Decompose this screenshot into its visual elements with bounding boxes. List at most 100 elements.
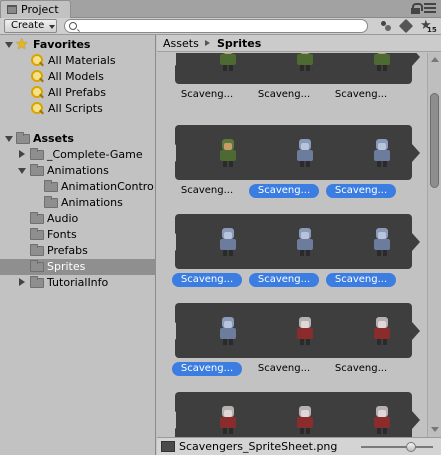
folder-icon [30,244,44,256]
sprite-thumbnail[interactable] [215,226,241,258]
strip-notch [169,411,176,429]
tree-folder-animation-controllers[interactable]: AnimationContro [0,179,156,195]
folder-icon [30,148,44,160]
tree-folder-sprites[interactable]: Sprites [0,259,156,275]
sprite-thumbnail[interactable] [369,315,395,347]
sprite-thumbnail[interactable] [215,53,241,73]
folder-icon [44,196,58,208]
scroll-down-icon[interactable] [431,427,439,432]
sprite-thumbnail[interactable] [369,137,395,169]
folder-tree: ★ Favorites All Materials All Models All… [0,35,156,455]
expand-arrow-icon[interactable] [5,136,13,142]
folder-icon [16,132,30,144]
expand-arrow-icon[interactable] [19,278,25,286]
tree-folder-label: AnimationContro [61,180,154,193]
tree-assets[interactable]: Assets [0,131,156,147]
search-filter-icon [31,86,43,98]
search-icon[interactable] [69,22,77,30]
asset-label[interactable]: Scaveng... [249,88,319,102]
breadcrumb: Assets Sprites [157,35,441,52]
asset-label[interactable]: Scaveng... [249,273,319,287]
folder-icon [30,228,44,240]
asset-label[interactable]: Scaveng... [326,88,396,102]
tree-favorites[interactable]: ★ Favorites [0,35,156,53]
lock-icon[interactable] [411,3,423,14]
hidden-packages-badge: 15 [427,26,437,34]
tree-folder-audio[interactable]: Audio [0,211,156,227]
breadcrumb-assets[interactable]: Assets [163,37,199,50]
search-filter-icon [31,102,43,114]
zoom-slider[interactable] [361,446,433,448]
sprite-thumbnail[interactable] [292,404,318,436]
tree-folder-prefabs[interactable]: Prefabs [0,243,156,259]
strip-notch [169,53,176,66]
tree-favorite-item[interactable]: All Scripts [0,101,156,117]
filter-by-label-button[interactable] [397,18,415,34]
tree-folder-label: Fonts [47,228,77,241]
tree-item-label: All Scripts [48,102,103,115]
sprite-thumbnail[interactable] [369,53,395,73]
tree-folder-animations-sub[interactable]: Animations [0,195,156,211]
expand-arrow-icon[interactable] [5,42,13,48]
folder-icon [30,260,44,272]
asset-label[interactable]: Scaveng... [249,362,319,376]
tree-folder-label: Sprites [47,260,86,273]
scrollbar-thumb[interactable] [430,93,439,188]
tree-folder-label: Animations [47,164,109,177]
sprite-thumbnail[interactable] [292,53,318,73]
tree-folder-label: Prefabs [47,244,88,257]
tree-favorite-item[interactable]: All Materials [0,53,156,69]
save-search-button[interactable]: ★ 15 [417,18,437,34]
asset-label[interactable]: Scaveng... [326,184,396,198]
folder-icon [30,276,44,288]
label-tag-icon [398,18,414,34]
project-folder-icon [7,5,17,14]
create-button-label: Create [11,20,45,31]
tab-project[interactable]: Project [0,0,71,18]
tree-favorite-item[interactable]: All Models [0,69,156,85]
sprite-thumbnail[interactable] [215,404,241,436]
search-input[interactable] [81,20,357,32]
breadcrumb-sprites[interactable]: Sprites [217,37,261,50]
search-box[interactable] [64,19,368,33]
create-button[interactable]: Create [4,19,57,33]
tree-folder-label: Animations [61,196,123,209]
sprite-thumbnail[interactable] [369,404,395,436]
tree-item-label: All Prefabs [48,86,106,99]
tree-folder-fonts[interactable]: Fonts [0,227,156,243]
vertical-scrollbar[interactable] [427,53,441,437]
expand-arrow-icon[interactable] [19,150,25,158]
tree-folder-animations[interactable]: Animations [0,163,156,179]
tree-assets-label: Assets [33,132,74,145]
asset-label[interactable]: Scaveng... [326,362,396,376]
tree-item-label: All Models [48,70,104,83]
toolbar: Create ★ 15 [0,18,441,35]
asset-label[interactable]: Scaveng... [172,273,242,287]
selected-file-name: Scavengers_SpriteSheet.png [179,440,338,453]
filter-by-type-button[interactable] [377,19,395,33]
asset-label[interactable]: Scaveng... [249,184,319,198]
folder-icon [44,180,58,192]
status-bar: Scavengers_SpriteSheet.png [157,437,441,455]
sprite-thumbnail[interactable] [215,137,241,169]
asset-label[interactable]: Scaveng... [326,273,396,287]
sprite-thumbnail[interactable] [215,315,241,347]
tree-folder-complete-game[interactable]: _Complete-Game [0,147,156,163]
dropdown-arrow-icon [49,25,55,29]
sprite-thumbnail[interactable] [369,226,395,258]
scroll-up-icon[interactable] [431,57,439,62]
tree-folder-tutorial-info[interactable]: TutorialInfo [0,275,156,291]
strip-notch [169,322,176,340]
expand-arrow-icon[interactable] [18,168,26,174]
asset-label[interactable]: Scaveng... [172,362,242,376]
asset-label[interactable]: Scaveng... [172,88,242,102]
tree-favorite-item[interactable]: All Prefabs [0,85,156,101]
zoom-slider-knob[interactable] [406,442,417,452]
sprite-thumbnail[interactable] [292,226,318,258]
sprite-thumbnail[interactable] [292,315,318,347]
asset-label[interactable]: Scaveng... [172,184,242,198]
sprite-thumbnail[interactable] [292,137,318,169]
sprite-sheet-icon [161,441,175,452]
menu-icon[interactable] [424,3,436,13]
tree-favorites-label: Favorites [33,38,91,51]
